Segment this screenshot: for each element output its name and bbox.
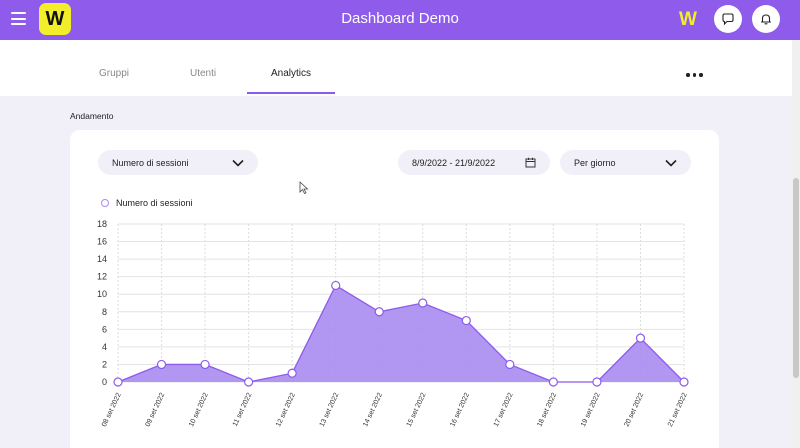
y-tick-label: 8 (102, 307, 107, 317)
data-point (592, 377, 602, 387)
data-point (505, 359, 515, 370)
x-tick-label: 08 set 2022 (101, 392, 123, 428)
x-tick-label: 09 set 2022 (145, 392, 167, 428)
x-tick-label: 13 set 2022 (319, 392, 341, 428)
x-tick-label: 17 set 2022 (493, 392, 515, 428)
x-tick-label: 16 set 2022 (449, 392, 471, 428)
y-tick-label: 16 (97, 237, 107, 247)
x-tick-label: 10 set 2022 (188, 392, 210, 428)
data-point (679, 377, 689, 387)
data-point (287, 368, 297, 378)
x-tick-label: 18 set 2022 (536, 392, 558, 428)
y-tick-label: 6 (102, 324, 107, 334)
data-point (113, 377, 123, 387)
y-tick-label: 12 (97, 272, 107, 282)
y-tick-label: 18 (97, 219, 107, 229)
x-tick-label: 19 set 2022 (580, 392, 602, 428)
y-tick-label: 2 (102, 359, 107, 369)
y-tick-label: 4 (102, 342, 107, 352)
x-tick-label: 21 set 2022 (667, 392, 689, 428)
sessions-area-chart: 0 2 4 6 8 10 12 14 16 18 08 set 2022 09 set 2022 10 … (97, 219, 689, 428)
data-point (635, 333, 646, 343)
data-point (461, 315, 471, 326)
data-point (200, 359, 210, 370)
y-tick-label: 10 (97, 289, 107, 299)
x-tick-label: 11 set 2022 (232, 392, 254, 428)
data-point (156, 359, 167, 370)
x-tick-label: 20 set 2022 (623, 392, 645, 428)
data-point (548, 377, 558, 387)
data-point (331, 280, 341, 291)
x-tick-label: 12 set 2022 (275, 392, 297, 428)
data-point (244, 377, 254, 387)
data-point (374, 307, 384, 317)
y-tick-label: 0 (102, 377, 107, 387)
x-tick-label: 15 set 2022 (406, 392, 428, 428)
x-tick-label: 14 set 2022 (362, 392, 384, 428)
y-tick-label: 14 (97, 254, 107, 264)
data-point (418, 298, 428, 308)
